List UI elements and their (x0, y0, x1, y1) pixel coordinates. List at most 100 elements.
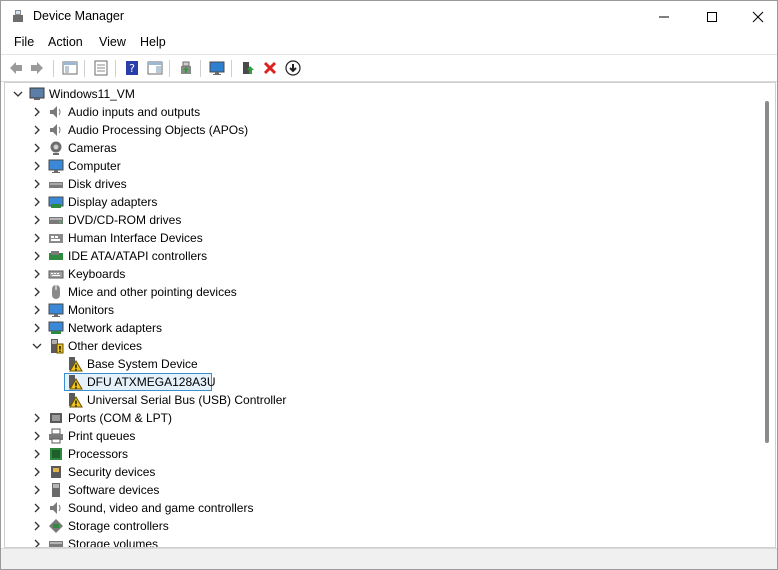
network-adapter-icon (48, 321, 64, 334)
menu-view[interactable]: View (97, 35, 128, 49)
hid-icon (49, 234, 63, 243)
tree-category-label: Disk drives (68, 177, 127, 191)
device-item[interactable]: ! DFU ATXMEGA128A3U (5, 373, 745, 391)
tree-category[interactable]: Keyboards (5, 265, 745, 283)
chevron-right-icon[interactable] (31, 178, 43, 190)
chevron-right-icon[interactable] (31, 538, 43, 548)
chevron-right-icon[interactable] (31, 412, 43, 424)
action-pane-button[interactable] (146, 59, 164, 77)
chevron-right-icon[interactable] (31, 430, 43, 442)
tree-category[interactable]: Print queues (5, 427, 745, 445)
chevron-right-icon[interactable] (31, 484, 43, 496)
scan-monitor-icon (209, 61, 225, 75)
warning-device-icon: ! (69, 375, 83, 390)
chevron-right-icon[interactable] (31, 520, 43, 532)
show-hide-console-tree-button[interactable] (61, 59, 79, 77)
tree-category-label: Processors (68, 447, 129, 461)
tree-category[interactable]: Monitors (5, 301, 745, 319)
mouse-icon (52, 285, 60, 299)
menu-file[interactable]: File (12, 35, 36, 49)
tree-category[interactable]: Network adapters (5, 319, 745, 337)
tree-category[interactable]: Disk drives (5, 175, 745, 193)
disable-device-button[interactable] (284, 59, 302, 77)
back-button[interactable] (7, 59, 25, 77)
tree-category-label: Computer (68, 159, 121, 173)
properties-icon (94, 60, 108, 76)
tree-category[interactable]: Display adapters (5, 193, 745, 211)
chevron-right-icon[interactable] (31, 304, 43, 316)
forward-arrow-icon (31, 62, 43, 74)
device-tree[interactable]: Windows11_VM Audio inputs and outputs Aud… (4, 82, 776, 548)
tree-category-label: Software devices (68, 483, 160, 497)
forward-button[interactable] (28, 59, 46, 77)
tree-category[interactable]: Mice and other pointing devices (5, 283, 745, 301)
chevron-right-icon[interactable] (31, 106, 43, 118)
help-button[interactable]: ? (123, 59, 141, 77)
properties-button[interactable] (92, 59, 110, 77)
tree-category[interactable]: Cameras (5, 139, 745, 157)
chevron-right-icon[interactable] (31, 124, 43, 136)
display-adapter-icon (48, 196, 64, 208)
tree-category[interactable]: Human Interface Devices (5, 229, 745, 247)
device-manager-window: Device Manager File Action View Help ? W… (0, 0, 778, 570)
tree-category-label: Security devices (68, 465, 156, 479)
update-driver-icon (181, 61, 191, 74)
minimize-icon (659, 16, 669, 17)
chevron-right-icon[interactable] (31, 250, 43, 262)
chevron-right-icon[interactable] (31, 196, 43, 208)
tree-category-label: Cameras (68, 141, 117, 155)
chevron-right-icon[interactable] (31, 286, 43, 298)
chevron-right-icon[interactable] (31, 160, 43, 172)
close-button[interactable] (735, 1, 777, 32)
dvd-drive-icon (49, 217, 63, 224)
security-icon (51, 466, 61, 478)
tree-category-label: Keyboards (68, 267, 126, 281)
chevron-down-icon[interactable] (31, 340, 43, 352)
chevron-right-icon[interactable] (31, 214, 43, 226)
chevron-right-icon[interactable] (31, 232, 43, 244)
chevron-right-icon[interactable] (31, 448, 43, 460)
tree-category[interactable]: Audio inputs and outputs (5, 103, 745, 121)
back-arrow-icon (10, 62, 22, 74)
tree-category[interactable]: Processors (5, 445, 745, 463)
vertical-scrollbar[interactable] (765, 101, 769, 443)
device-item[interactable]: ! Universal Serial Bus (USB) Controller (5, 391, 745, 409)
camera-icon (50, 141, 62, 155)
scan-hardware-changes-button[interactable] (208, 59, 226, 77)
chevron-down-icon[interactable] (12, 88, 24, 100)
tree-category[interactable]: Audio Processing Objects (APOs) (5, 121, 745, 139)
tree-category[interactable]: DVD/CD-ROM drives (5, 211, 745, 229)
chevron-right-icon[interactable] (31, 142, 43, 154)
tree-root[interactable]: Windows11_VM (5, 85, 745, 103)
maximize-button[interactable] (689, 1, 735, 32)
chevron-right-icon[interactable] (31, 502, 43, 514)
help-book-icon: ? (126, 61, 138, 75)
tree-category[interactable]: Security devices (5, 463, 745, 481)
chevron-right-icon[interactable] (31, 268, 43, 280)
menu-action[interactable]: Action (46, 35, 85, 49)
chevron-right-icon[interactable] (31, 466, 43, 478)
computer-icon (29, 87, 45, 100)
tree-category[interactable]: Storage controllers (5, 517, 745, 535)
tree-category-other-devices[interactable]: ! Other devices (5, 337, 745, 355)
svg-text:!: ! (74, 400, 78, 409)
chevron-right-icon[interactable] (31, 322, 43, 334)
enable-device-button[interactable] (239, 59, 257, 77)
tree-category[interactable]: IDE ATA/ATAPI controllers (5, 247, 745, 265)
tree-category[interactable]: Ports (COM & LPT) (5, 409, 745, 427)
software-device-icon (52, 483, 60, 497)
maximize-icon (707, 11, 717, 22)
tree-category[interactable]: Software devices (5, 481, 745, 499)
minimize-button[interactable] (641, 1, 687, 32)
tree-category[interactable]: Sound, video and game controllers (5, 499, 745, 517)
device-item[interactable]: ! Base System Device (5, 355, 745, 373)
down-arrow-circle-icon (285, 60, 301, 76)
tree-category[interactable]: Computer (5, 157, 745, 175)
speaker-icon (50, 502, 61, 514)
uninstall-device-button[interactable] (261, 59, 279, 77)
menu-help[interactable]: Help (138, 35, 168, 49)
update-driver-button[interactable] (177, 59, 195, 77)
device-item-label: Universal Serial Bus (USB) Controller (87, 393, 287, 407)
tree-category[interactable]: Storage volumes (5, 535, 745, 548)
speaker-icon (50, 124, 61, 136)
